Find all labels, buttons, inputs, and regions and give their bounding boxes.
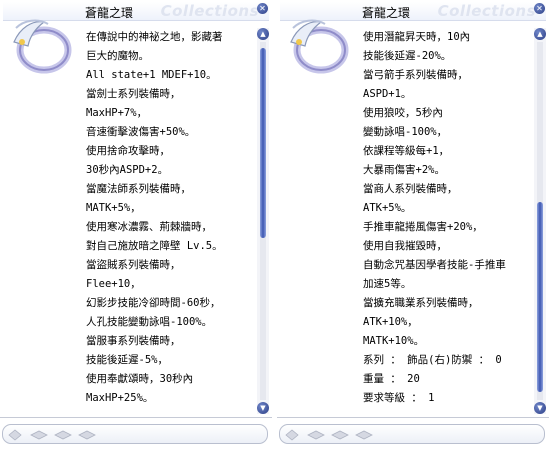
description-line: 人孔技能變動詠唱-100%。	[86, 316, 213, 328]
description-line: 音速衝擊波傷害+50%。	[86, 126, 196, 138]
description-line: 大暴雨傷害+2%。	[363, 164, 445, 176]
description-line: 當劍士系列裝備時，	[86, 88, 181, 100]
description-line: 使用潛龍昇天時，10內	[363, 31, 471, 43]
description-line: 在傳說中的神祕之地，影藏著	[86, 31, 223, 43]
description-line: 巨大的魔物。	[86, 50, 149, 62]
description-line: 使用奉獻頌時，30秒內	[86, 373, 194, 385]
description-line: 技能後延遲-20%。	[363, 50, 452, 62]
description-line: ASPD+1。	[363, 88, 412, 100]
description-line: 要求等級 ： 1	[363, 392, 435, 404]
scroll-thumb[interactable]	[537, 202, 543, 392]
chevron-up-icon[interactable]: ▲	[257, 28, 269, 40]
description-line: MaxHP+25%。	[86, 392, 154, 404]
card-slot-icon	[8, 429, 22, 441]
scroll-track[interactable]	[260, 42, 266, 400]
description-line: ATK+10%，	[363, 316, 418, 328]
description-line: 當擴充職業系列裝備時，	[363, 297, 479, 309]
item-info-window-right: Collections 蒼龍之環 ✕ 使用潛龍昇天時，10內 技能後延遲-20%。…	[277, 0, 549, 449]
description-line: 當弓箭手系列裝備時，	[363, 69, 468, 81]
description-line: 使用寒冰濃霧、荊棘牆時，	[86, 221, 212, 233]
description-line: 重量 ： 20	[363, 373, 420, 385]
description-line: 當商人系列裝備時，	[363, 183, 458, 195]
scrollbar[interactable]: ▲ ▼	[257, 28, 269, 414]
description-line: All state+1 MDEF+10。	[86, 69, 217, 81]
chevron-up-icon[interactable]: ▲	[534, 28, 546, 40]
card-slot-icon	[78, 430, 96, 440]
collections-watermark: Collections	[160, 2, 259, 20]
ring-icon	[281, 6, 353, 78]
description-line: 當盜賊系列裝備時，	[86, 259, 181, 271]
description-line: Flee+10，	[86, 278, 141, 290]
item-name: 蒼龍之環	[85, 6, 134, 20]
description-line: 使用狼咬，5秒內	[363, 107, 443, 119]
card-slot-icon	[331, 430, 349, 440]
card-slot-icon	[30, 430, 48, 440]
item-description: 在傳說中的神祕之地，影藏著 巨大的魔物。 All state+1 MDEF+10。當…	[86, 28, 256, 408]
close-icon[interactable]: ✕	[257, 3, 268, 14]
description-line: 變動詠唱-100%，	[363, 126, 448, 138]
chevron-down-icon[interactable]: ▼	[534, 402, 546, 414]
description-line: 依課程等級每+1，	[363, 145, 450, 157]
description-line: 當服事系列裝備時，	[86, 335, 181, 347]
scroll-track[interactable]	[537, 42, 543, 400]
description-line: 幻影步技能冷卻時間-60秒，	[86, 297, 221, 309]
card-slot-icon	[285, 429, 299, 441]
description-line: 當魔法師系列裝備時，	[86, 183, 191, 195]
description-line: MATK+5%，	[86, 202, 141, 214]
description-line: 技能後延遲-5%，	[86, 354, 168, 366]
description-line: MATK+10%。	[363, 335, 425, 347]
item-description: 使用潛龍昇天時，10內 技能後延遲-20%。當弓箭手系列裝備時， ASPD+1。使用…	[363, 28, 533, 408]
description-line: 自動念咒基因學者技能-手推車	[363, 259, 506, 271]
description-line: ATK+5%。	[363, 202, 412, 214]
card-slot-bar	[279, 424, 545, 444]
close-icon[interactable]: ✕	[534, 3, 545, 14]
item-name: 蒼龍之環	[362, 6, 411, 20]
description-line: 系列 ： 飾品(右)防禦 ： 0	[363, 354, 502, 366]
description-line: 手推車龍捲風傷害+20%，	[363, 221, 483, 233]
description-line: 加速5等。	[363, 278, 412, 290]
scroll-thumb[interactable]	[260, 48, 266, 238]
card-slot-icon	[54, 430, 72, 440]
card-slot-icon	[307, 430, 325, 440]
divider	[0, 417, 272, 418]
ring-icon	[4, 6, 76, 78]
description-line: 30秒內ASPD+2。	[86, 164, 169, 176]
chevron-down-icon[interactable]: ▼	[257, 402, 269, 414]
description-line: MaxHP+7%，	[86, 107, 148, 119]
card-slot-icon	[355, 430, 373, 440]
description-line: 使用自我摧毀時，	[363, 240, 447, 252]
description-line: 對自己施放暗之障壁 Lv.5。	[86, 240, 223, 252]
scrollbar[interactable]: ▲ ▼	[534, 28, 546, 414]
divider	[277, 417, 549, 418]
collections-watermark: Collections	[437, 2, 536, 20]
item-info-window-left: Collections 蒼龍之環 ✕ 在傳說中的神祕之地，影藏著 巨大的魔物。 Al…	[0, 0, 272, 449]
card-slot-bar	[2, 424, 268, 444]
description-line: 使用捨命攻擊時，	[86, 145, 170, 157]
